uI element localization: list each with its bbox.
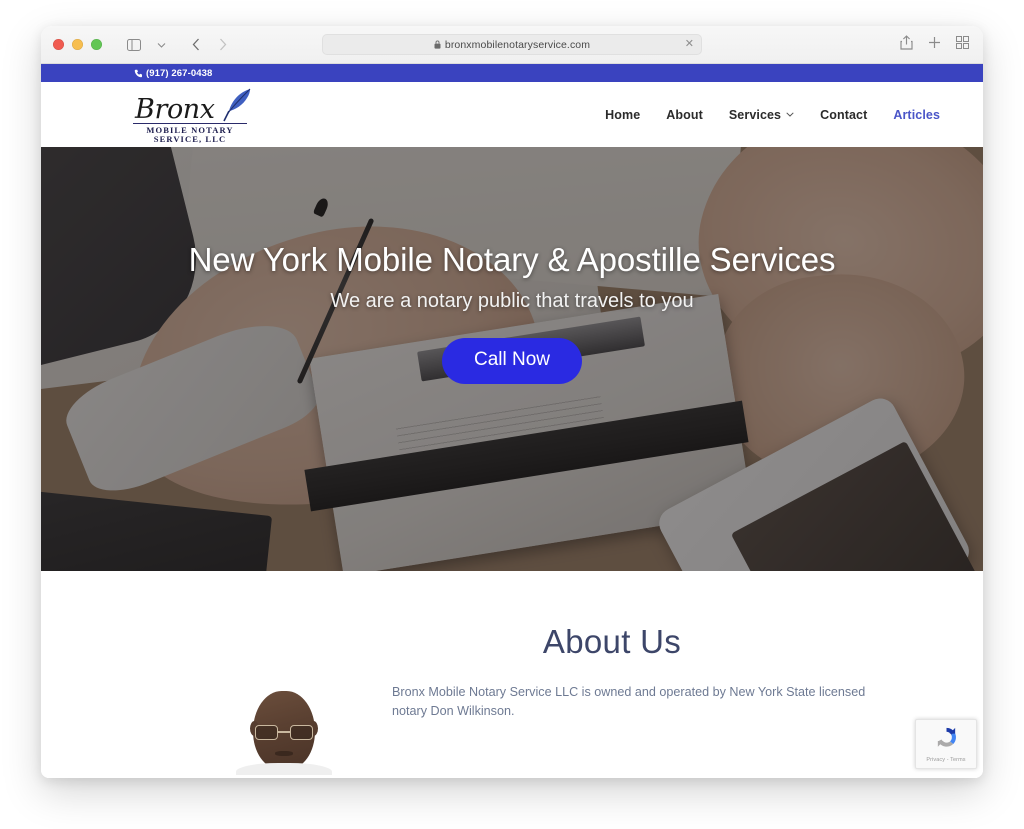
- forward-arrow-icon[interactable]: [211, 34, 235, 56]
- portrait-mouth: [275, 751, 293, 756]
- plus-icon[interactable]: [928, 36, 941, 54]
- glasses-icon: [255, 725, 313, 741]
- nav-label-about: About: [666, 107, 703, 122]
- phone-number: (917) 267-0438: [146, 67, 213, 79]
- nav-label-contact: Contact: [820, 107, 868, 122]
- logo-divider: [133, 122, 247, 124]
- browser-window: bronxmobilenotaryservice.com ✕ (917) 267…: [41, 26, 983, 778]
- phone-link[interactable]: (917) 267-0438: [134, 68, 212, 79]
- site-logo[interactable]: Bronx MOBILE NOTARY SERVICE, LLC: [131, 87, 251, 144]
- nav-label-home: Home: [605, 107, 641, 122]
- tab-overview-icon[interactable]: [956, 35, 969, 54]
- nav-label-articles: Articles: [893, 107, 940, 122]
- avatar: [236, 683, 332, 775]
- nav-item-articles[interactable]: Articles: [893, 108, 940, 122]
- chevron-down-icon[interactable]: [149, 34, 173, 56]
- nav-item-about[interactable]: About: [666, 108, 703, 122]
- toolbar-right-controls: [900, 34, 969, 55]
- page-viewport: (917) 267-0438 Bronx MOBILE NOTARY SERVI…: [41, 64, 983, 778]
- hero-subtitle: We are a notary public that travels to y…: [330, 290, 694, 312]
- lens-left: [255, 725, 278, 740]
- about-section: About Us Bronx Mobile Notary Service LLC…: [41, 571, 983, 778]
- hero-content: New York Mobile Notary & Apostille Servi…: [41, 241, 983, 384]
- window-traffic-lights: [53, 39, 102, 50]
- lock-icon: [434, 40, 441, 49]
- about-body-text: Bronx Mobile Notary Service LLC is owned…: [392, 685, 866, 718]
- chevron-down-icon: [786, 110, 794, 119]
- browser-toolbar: bronxmobilenotaryservice.com ✕: [41, 26, 983, 64]
- close-window-button[interactable]: [53, 39, 64, 50]
- hero-title: New York Mobile Notary & Apostille Servi…: [188, 241, 836, 278]
- recaptcha-label: Privacy - Terms: [926, 757, 966, 763]
- glasses-bridge: [278, 731, 290, 733]
- main-navigation: Home About Services Contact Articles: [605, 108, 940, 122]
- share-icon[interactable]: [900, 34, 913, 55]
- url-text: bronxmobilenotaryservice.com: [444, 38, 591, 51]
- sidebar-icon[interactable]: [122, 34, 146, 56]
- top-contact-bar: (917) 267-0438: [41, 64, 983, 82]
- hero-section: New York Mobile Notary & Apostille Servi…: [41, 147, 983, 571]
- nav-label-services: Services: [728, 107, 782, 122]
- close-icon[interactable]: ✕: [685, 39, 694, 50]
- toolbar-left-controls: [122, 34, 235, 56]
- back-arrow-icon[interactable]: [184, 34, 208, 56]
- quill-feather-icon: [223, 87, 253, 128]
- lens-right: [290, 725, 313, 740]
- recaptcha-badge[interactable]: Privacy - Terms: [915, 719, 977, 769]
- portrait-shoulders: [236, 763, 332, 775]
- logo-brand-text: Bronx: [135, 93, 215, 125]
- address-bar[interactable]: bronxmobilenotaryservice.com ✕: [322, 34, 702, 55]
- nav-item-services[interactable]: Services: [729, 108, 794, 122]
- url-text-wrapper: bronxmobilenotaryservice.com: [434, 39, 590, 51]
- recaptcha-icon: [934, 725, 959, 755]
- nav-item-home[interactable]: Home: [605, 108, 640, 122]
- maximize-window-button[interactable]: [91, 39, 102, 50]
- call-now-button[interactable]: Call Now: [441, 338, 583, 384]
- logo-subtitle-line2: SERVICE, LLC: [153, 133, 227, 144]
- about-title: About Us: [542, 623, 682, 660]
- phone-icon: [134, 69, 143, 77]
- site-header: Bronx MOBILE NOTARY SERVICE, LLC Home Ab…: [41, 82, 983, 147]
- nav-item-contact[interactable]: Contact: [820, 108, 867, 122]
- address-bar-container: bronxmobilenotaryservice.com ✕: [322, 34, 702, 55]
- minimize-window-button[interactable]: [72, 39, 83, 50]
- about-row: Bronx Mobile Notary Service LLC is owned…: [41, 683, 983, 775]
